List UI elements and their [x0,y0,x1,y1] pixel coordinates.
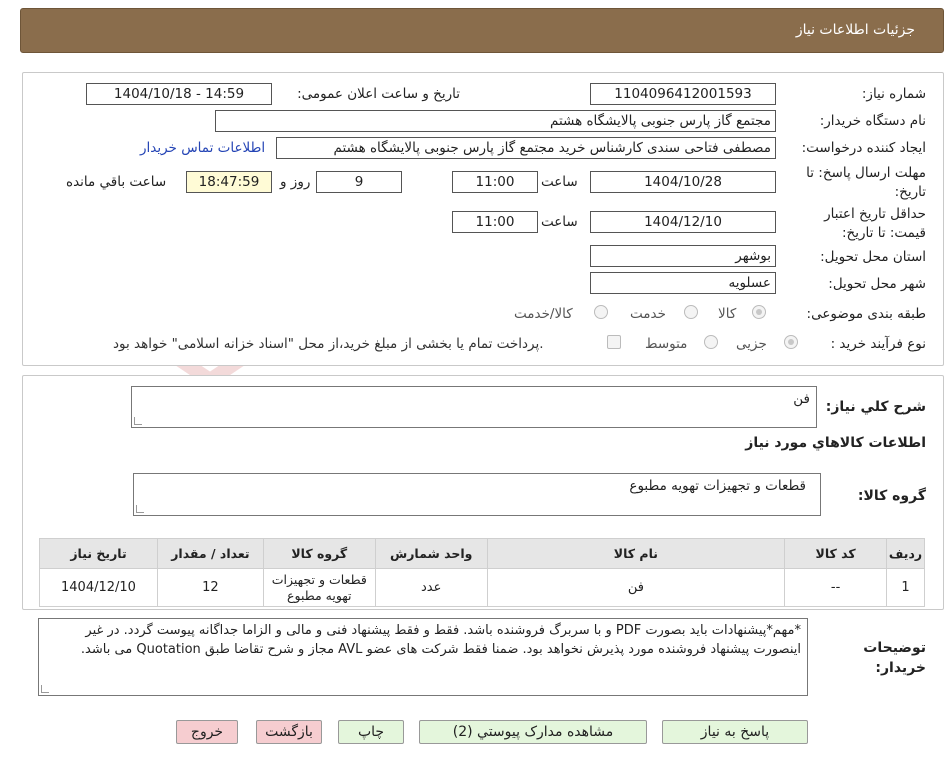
view-attachments-button[interactable]: مشاهده مدارک پیوستي (2) [419,720,647,744]
category-label: طبقه بندی موضوعی: [806,306,926,322]
deadline-date-field: 1404/10/28 [590,171,776,193]
buyer-org-label: نام دستگاه خریدار: [819,113,926,129]
need-number-field: 1104096412001593 [590,83,776,105]
category-radio-service[interactable] [684,305,698,319]
deadline-label-line1: مهلت ارسال پاسخ: تا [806,165,926,181]
requester-field: مصطفی فتاحی سندی کارشناس خرید مجتمع گاز … [276,137,776,159]
resize-handle-icon[interactable] [134,417,142,425]
col-header-need-date: تاريخ نياز [39,538,158,569]
remaining-days-field: 9 [316,171,402,193]
buyer-org-field: مجتمع گاز پارس جنوبی پالایشگاه هشتم [215,110,776,132]
cell-row-number: 1 [886,568,925,607]
back-button[interactable]: بازگشت [256,720,322,744]
general-desc-label: شرح کلي نياز: [825,399,926,415]
process-radio-medium[interactable] [704,335,718,349]
goods-table: رديف کد کالا نام کالا واحد شمارش گروه کا… [39,538,925,607]
announce-datetime-field: 1404/10/18 - 14:59 [86,83,272,105]
category-radio-goods-service[interactable] [594,305,608,319]
exit-button[interactable]: خروج [176,720,238,744]
resize-handle-icon[interactable] [41,685,49,693]
col-header-row-number: رديف [886,538,925,569]
buyer-notes-textarea[interactable]: *مهم*پیشنهادات باید بصورت PDF و با سربرگ… [38,618,808,696]
province-label: استان محل تحویل: [820,249,926,265]
category-option-goods: کالا [718,306,737,322]
validity-time-field: 11:00 [452,211,538,233]
remaining-time-field: 18:47:59 [186,171,272,193]
cell-unit: عدد [374,568,488,607]
resize-handle-icon[interactable] [136,505,144,513]
col-header-goods-name: نام کالا [486,538,786,569]
goods-group-label: گروه کالا: [857,488,926,504]
buyer-notes-label: توضیحات خریدار: [863,640,926,676]
deadline-label-line2: تاریخ: [894,184,926,200]
process-label: نوع فرآیند خرید : [830,336,926,352]
remaining-days-label: روز و [280,174,311,190]
province-field: بوشهر [590,245,776,267]
category-radio-goods[interactable] [752,305,766,319]
goods-info-heading: اطلاعات کالاهاي مورد نياز [745,435,926,451]
city-label: شهر محل تحویل: [828,276,926,292]
city-field: عسلویه [590,272,776,294]
cell-goods-name: فن [486,568,786,607]
category-option-goods-service: کالا/خدمت [514,306,573,322]
general-desc-text: فن [793,391,810,407]
page-title: جزئیات اطلاعات نیاز [795,22,915,38]
validity-time-label: ساعت [541,214,578,230]
cell-goods-code: -- [784,568,888,607]
page-header: جزئیات اطلاعات نیاز [20,8,944,53]
buyer-notes-text: *مهم*پیشنهادات باید بصورت PDF و با سربرگ… [80,623,801,657]
col-header-goods-group: گروه کالا [262,538,376,569]
treasury-payment-note: پرداخت تمام یا بخشی از مبلغ خرید،از محل … [113,336,544,352]
reply-to-need-button[interactable]: پاسخ به نیاز [662,720,808,744]
table-row: 1 -- فن عدد قطعات و تجهیزات تهویه مطبوع … [39,568,925,607]
process-radio-minor[interactable] [784,335,798,349]
goods-group-text: قطعات و تجهیزات تهویه مطبوع [629,478,806,494]
cell-goods-group: قطعات و تجهیزات تهویه مطبوع [262,568,376,607]
category-option-service: خدمت [630,306,666,322]
process-option-medium: متوسط [645,336,688,352]
col-header-quantity: تعداد / مقدار [156,538,264,569]
col-header-goods-code: کد کالا [784,538,888,569]
col-header-unit: واحد شمارش [374,538,488,569]
need-number-label: شماره نیاز: [861,86,926,102]
general-desc-textarea[interactable]: فن [131,386,817,428]
treasury-payment-checkbox[interactable] [607,335,621,349]
validity-date-field: 1404/12/10 [590,211,776,233]
cell-quantity: 12 [156,568,264,607]
print-button[interactable]: چاپ [338,720,404,744]
requester-label: ایجاد کننده درخواست: [801,140,926,156]
validity-label-line1: حداقل تاریخ اعتبار [824,206,926,222]
validity-label-line2: قیمت: تا تاریخ: [842,225,926,241]
deadline-time-field: 11:00 [452,171,538,193]
goods-group-textarea[interactable]: قطعات و تجهیزات تهویه مطبوع [133,473,821,516]
remaining-time-label: ساعت باقي مانده [66,174,167,190]
announce-label: تاریخ و ساعت اعلان عمومی: [297,86,460,102]
deadline-time-label: ساعت [541,174,578,190]
cell-need-date: 1404/12/10 [39,568,158,607]
table-header-row: رديف کد کالا نام کالا واحد شمارش گروه کا… [39,538,925,569]
buyer-contact-link[interactable]: اطلاعات تماس خریدار [140,140,265,156]
process-option-minor: جزیی [736,336,767,352]
